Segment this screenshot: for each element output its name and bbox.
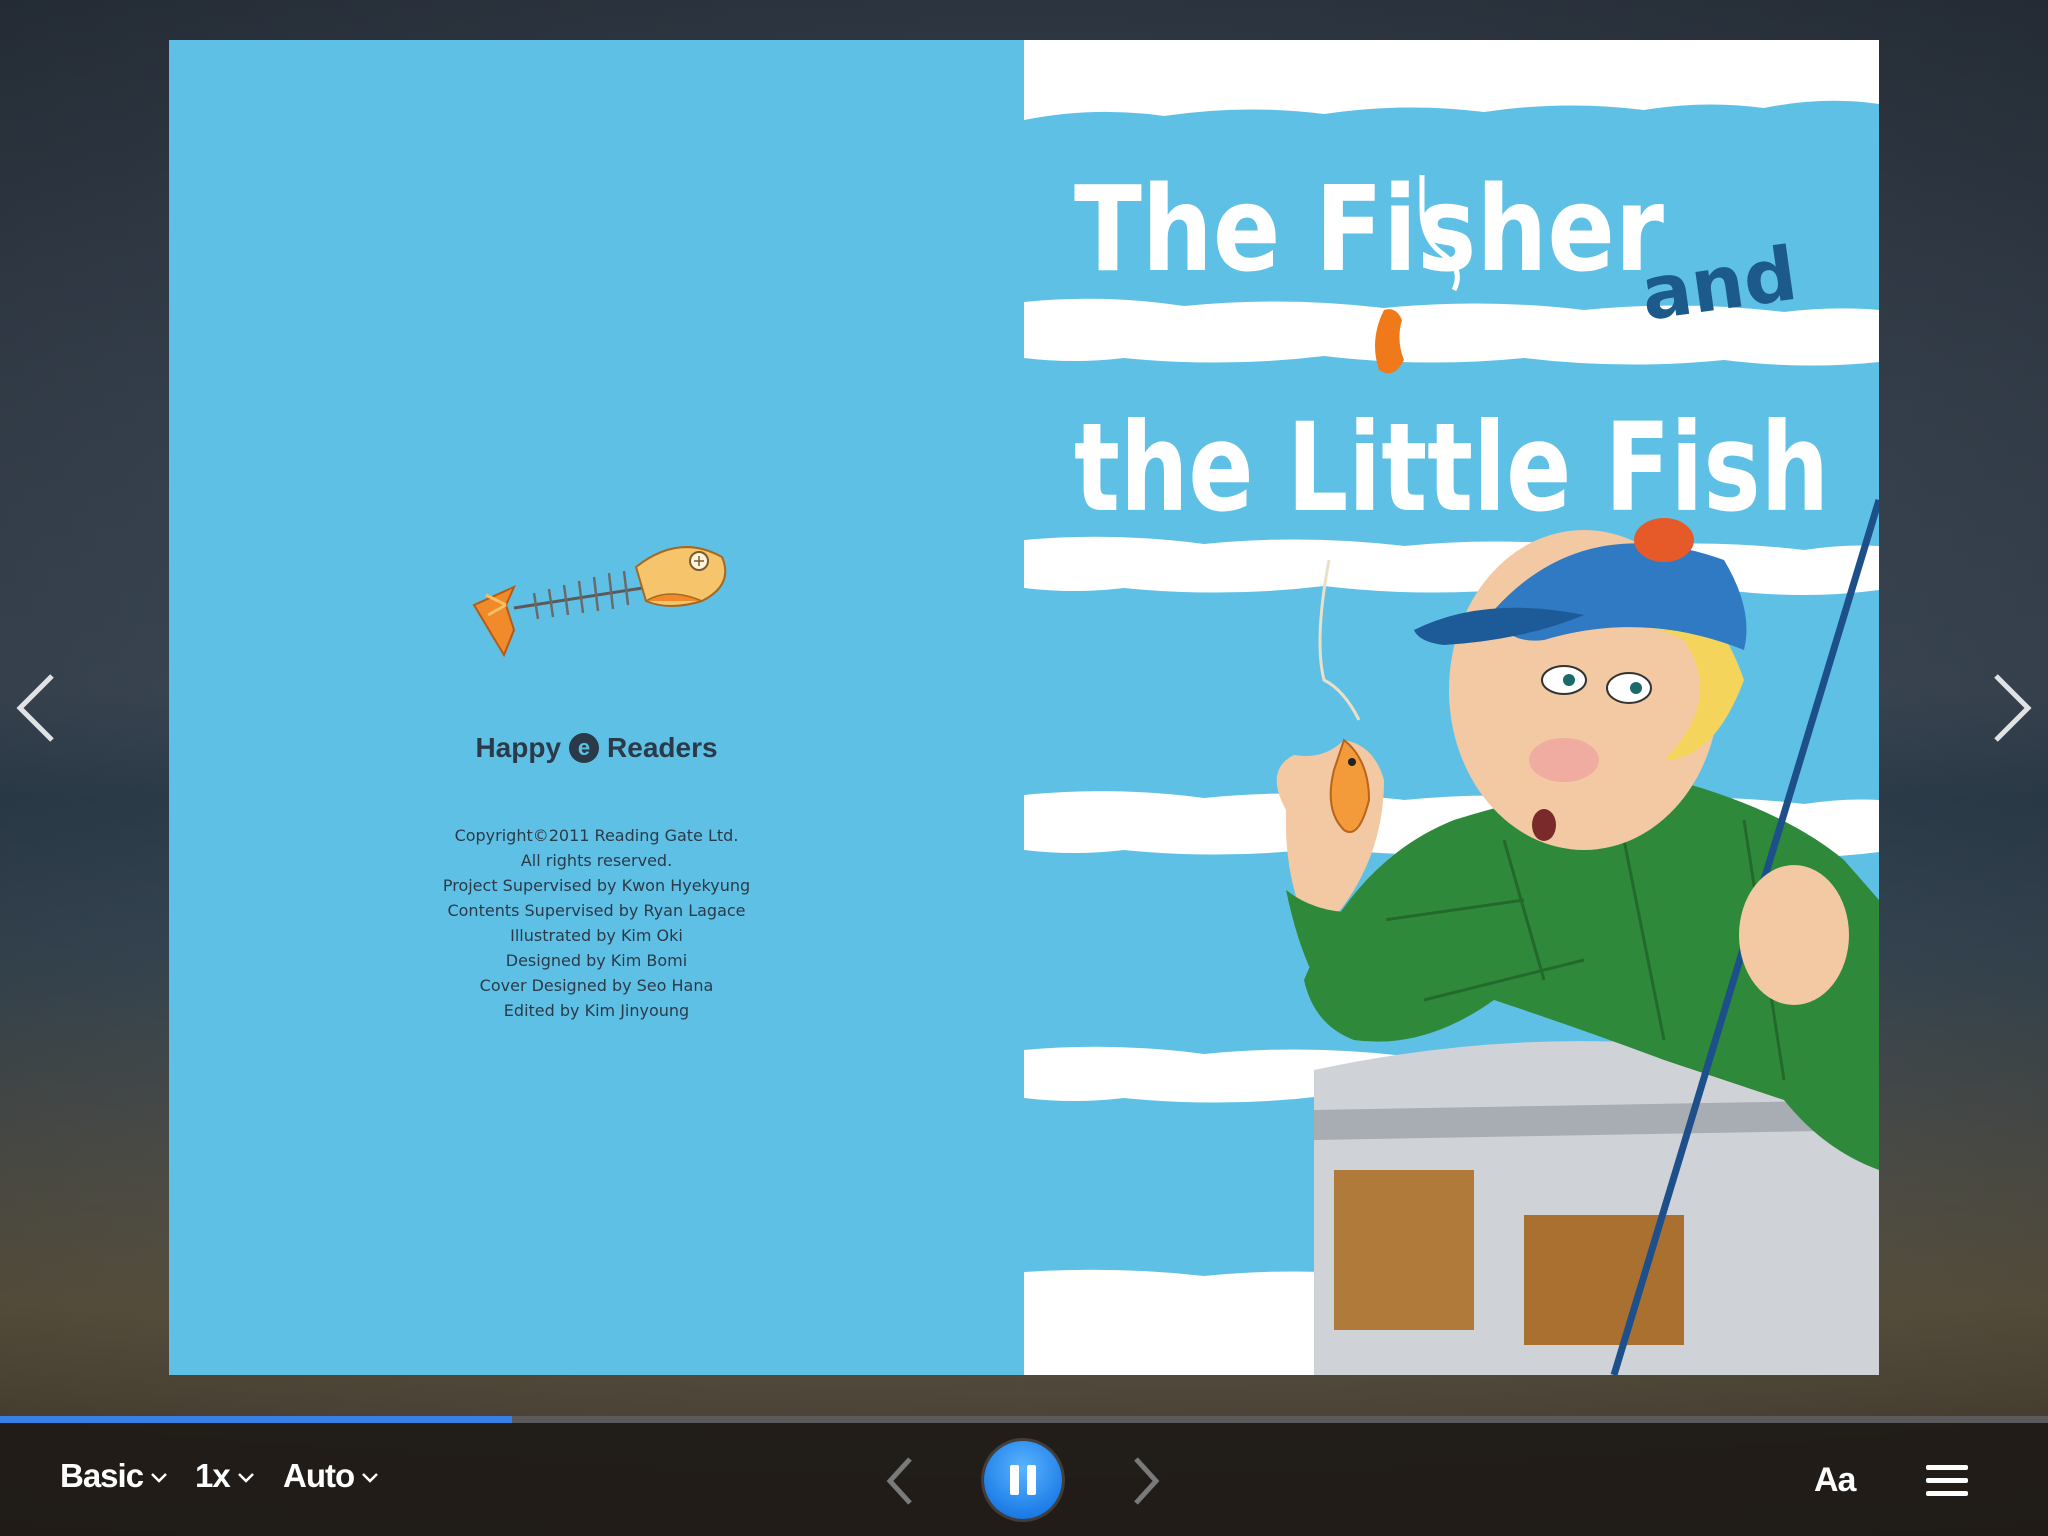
auto-dropdown[interactable]: Auto [283, 1457, 380, 1495]
cover-title-line-1: The Fisher [1074, 160, 1664, 298]
chevron-down-icon [151, 1473, 167, 1483]
font-settings-button[interactable]: Aa [1814, 1461, 1856, 1500]
auto-label: Auto [283, 1457, 355, 1494]
mode-label: Basic [60, 1457, 144, 1494]
publisher-prefix: Happy [475, 732, 562, 763]
cover-title: The Fisher and the Little Fish [1074, 160, 1829, 539]
next-page-chevron-icon[interactable] [1126, 1453, 1166, 1509]
pause-icon [1027, 1465, 1036, 1495]
reading-progress-fill [0, 1416, 512, 1423]
pause-icon [1010, 1465, 1019, 1495]
mode-dropdown[interactable]: Basic [60, 1457, 169, 1495]
cover-page: The Fisher and the Little Fish [1024, 40, 1879, 1375]
fish-skeleton-illustration [472, 546, 727, 658]
pause-button[interactable] [984, 1441, 1062, 1519]
reading-progress-bar[interactable] [0, 1416, 2048, 1423]
left-page: Happy e Readers Copyright©2011 Reading G… [169, 40, 1024, 1375]
credit-line: Designed by Kim Bomi [505, 951, 688, 970]
hamburger-menu-icon[interactable] [1926, 1465, 1968, 1497]
chevron-down-icon [362, 1473, 379, 1483]
previous-page-chevron-icon[interactable] [880, 1453, 920, 1509]
speed-dropdown[interactable]: 1x [195, 1457, 256, 1495]
credit-line: Contents Supervised by Ryan Lagace [447, 901, 746, 920]
credit-line: Project Supervised by Kwon Hyekyung [442, 876, 751, 895]
credit-line: Edited by Kim Jinyoung [503, 1001, 690, 1020]
book-spread: Happy e Readers Copyright©2011 Reading G… [169, 40, 1879, 1375]
credit-line: Cover Designed by Seo Hana [479, 976, 714, 995]
chevron-left-icon[interactable] [12, 668, 60, 748]
credit-line: All rights reserved. [520, 851, 673, 870]
chevron-down-icon [237, 1473, 254, 1483]
publisher-logo: Happy e Readers [169, 732, 1024, 764]
publisher-suffix: Readers [607, 732, 718, 763]
credit-line: Illustrated by Kim Oki [510, 926, 683, 945]
chevron-right-icon[interactable] [1988, 668, 2036, 748]
speed-label: 1x [195, 1457, 231, 1494]
cover-title-line-2: the Little Fish [1074, 397, 1829, 539]
bottom-toolbar: Basic 1x Auto Aa [0, 1423, 2048, 1536]
publisher-e-badge: e [569, 733, 600, 763]
credits-block: Copyright©2011 Reading Gate Ltd. All rig… [169, 823, 1024, 1023]
credit-line: Copyright©2011 Reading Gate Ltd. [454, 826, 739, 845]
